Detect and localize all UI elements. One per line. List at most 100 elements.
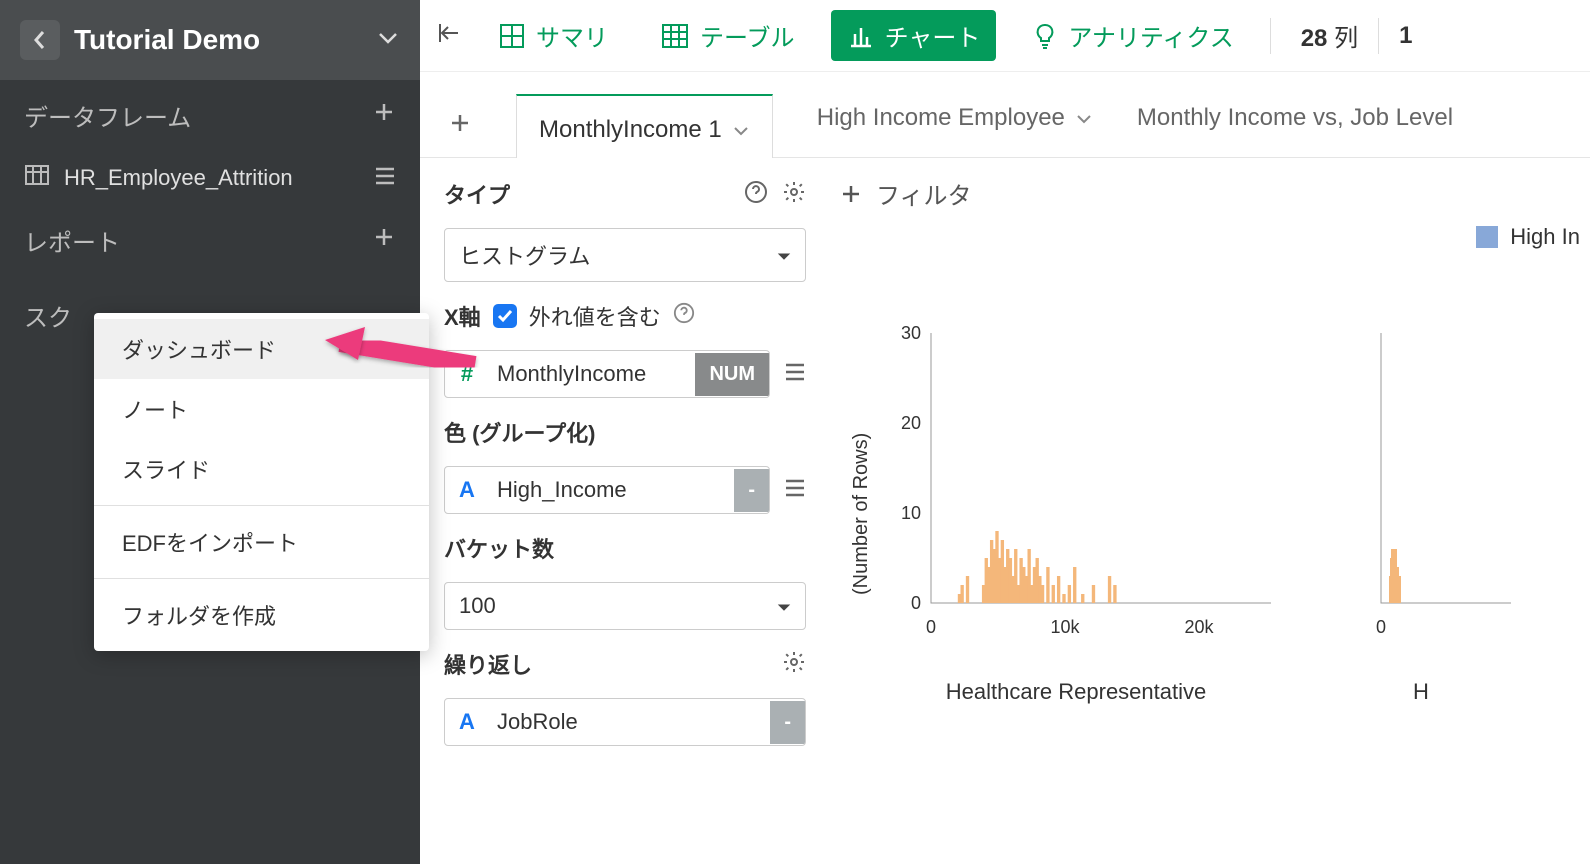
sidebar: Tutorial Demo データフレーム HR_Employee_Attrit…	[0, 0, 420, 864]
chevron-down-icon	[376, 30, 400, 46]
project-dropdown[interactable]	[376, 30, 400, 51]
table-icon	[24, 163, 50, 193]
question-icon	[673, 302, 695, 324]
dataframe-menu[interactable]	[374, 165, 396, 191]
chart-facet-1: (Number of Rows) 0102030010k20k Healthca…	[850, 323, 1271, 705]
chevron-down-icon	[732, 125, 750, 137]
project-title: Tutorial Demo	[74, 24, 362, 56]
color-field-menu[interactable]	[784, 479, 806, 502]
chart-area: フィルタ High In (Number of Rows) 0102030010…	[830, 158, 1590, 864]
svg-text:20k: 20k	[1184, 617, 1214, 637]
x-axis-label: X軸	[444, 300, 481, 332]
view-chart-label: チャート	[885, 18, 981, 53]
type-help[interactable]	[744, 180, 768, 209]
menu-divider	[94, 505, 429, 506]
add-report-button[interactable]	[372, 225, 396, 256]
tab-menu[interactable]	[1075, 104, 1093, 132]
repeat-label: 繰り返し	[444, 648, 532, 680]
bucket-select[interactable]: 100	[444, 582, 806, 630]
tab-1[interactable]: MonthlyIncome 1	[516, 94, 773, 158]
view-analytics-label: アナリティクス	[1068, 18, 1233, 53]
menu-item-dashboard[interactable]: ダッシュボード	[94, 319, 429, 379]
facet-title-1: Healthcare Representative	[881, 679, 1271, 705]
back-button[interactable]	[20, 20, 60, 60]
view-summary[interactable]: サマリ	[482, 10, 624, 61]
histogram-plot-1: 0102030010k20k	[881, 323, 1271, 643]
svg-text:0: 0	[926, 617, 936, 637]
categorical-icon: A	[445, 477, 489, 503]
chart-tabs: MonthlyIncome 1 High Income Employee Mon…	[420, 72, 1590, 158]
tab-3[interactable]: Monthly Income vs, Job Level	[1137, 104, 1453, 148]
chart-config-panel: タイプ ヒストグラム X軸 外れ値を含む # MonthlyIncome	[420, 158, 830, 864]
view-table[interactable]: テーブル	[644, 10, 811, 61]
svg-text:20: 20	[901, 413, 921, 433]
dataframe-item[interactable]: HR_Employee_Attrition	[0, 151, 420, 205]
report-section: レポート	[0, 205, 420, 276]
menu-item-slide[interactable]: スライド	[94, 439, 429, 499]
x-field-menu[interactable]	[784, 363, 806, 386]
charts-row: (Number of Rows) 0102030010k20k Healthca…	[840, 323, 1580, 705]
topbar: サマリ テーブル チャート アナリティクス 28 列 1	[420, 0, 1590, 72]
view-analytics[interactable]: アナリティクス	[1016, 10, 1249, 61]
menu-item-import-edf[interactable]: EDFをインポート	[94, 512, 429, 572]
caret-down-icon	[777, 252, 791, 262]
gear-icon	[782, 650, 806, 674]
plus-icon	[372, 225, 396, 249]
svg-text:0: 0	[1376, 617, 1386, 637]
x-field-chip[interactable]: # MonthlyIncome NUM	[444, 350, 770, 398]
outlier-checkbox[interactable]	[493, 304, 517, 328]
bucket-value: 100	[459, 593, 496, 619]
repeat-field-tag: -	[770, 701, 805, 744]
grid-icon	[498, 22, 526, 50]
plus-icon	[840, 183, 862, 205]
dataframe-label: データフレーム	[24, 98, 191, 133]
divider	[1378, 18, 1379, 54]
menu-icon	[784, 479, 806, 497]
repeat-field-name: JobRole	[489, 699, 770, 745]
body: タイプ ヒストグラム X軸 外れ値を含む # MonthlyIncome	[420, 158, 1590, 864]
x-field-name: MonthlyIncome	[489, 351, 695, 397]
type-settings[interactable]	[782, 180, 806, 209]
histogram-plot-2: 0	[1331, 323, 1511, 643]
add-tab-button[interactable]	[448, 111, 472, 140]
y-axis-label: (Number of Rows)	[850, 323, 873, 705]
add-filter-button[interactable]: フィルタ	[840, 176, 1580, 211]
view-chart[interactable]: チャート	[831, 10, 997, 61]
add-dataframe-button[interactable]	[372, 100, 396, 131]
plus-icon	[448, 111, 472, 135]
repeat-settings[interactable]	[782, 650, 806, 679]
facet-title-2: H	[1331, 679, 1511, 705]
svg-text:10k: 10k	[1050, 617, 1080, 637]
plus-icon	[372, 100, 396, 124]
menu-item-note[interactable]: ノート	[94, 379, 429, 439]
chart-facet-2: 0 H	[1331, 323, 1511, 705]
trail-number: 1	[1399, 22, 1412, 50]
repeat-field-chip[interactable]: A JobRole -	[444, 698, 806, 746]
chevron-left-icon	[32, 28, 48, 52]
type-value: ヒストグラム	[459, 239, 590, 271]
color-field-name: High_Income	[489, 467, 734, 513]
outlier-help[interactable]	[673, 302, 695, 330]
menu-item-create-folder[interactable]: フォルダを作成	[94, 585, 429, 645]
x-field-tag: NUM	[695, 353, 769, 396]
color-field-chip[interactable]: A High_Income -	[444, 466, 770, 514]
bucket-label: バケット数	[444, 532, 806, 564]
view-table-label: テーブル	[700, 18, 795, 53]
gear-icon	[782, 180, 806, 204]
dataframe-name: HR_Employee_Attrition	[64, 165, 360, 191]
tab-menu[interactable]	[732, 116, 750, 144]
legend-label: High In	[1510, 224, 1580, 250]
table-icon	[660, 22, 690, 50]
svg-text:0: 0	[911, 593, 921, 613]
check-icon	[497, 309, 513, 323]
type-select[interactable]: ヒストグラム	[444, 228, 806, 282]
collapse-sidebar-button[interactable]	[436, 20, 462, 51]
view-summary-label: サマリ	[536, 18, 608, 53]
legend-swatch	[1476, 226, 1498, 248]
column-count: 28 列	[1301, 18, 1358, 53]
tab-label: MonthlyIncome 1	[539, 116, 722, 144]
bulb-icon	[1032, 22, 1058, 50]
type-label: タイプ	[444, 178, 510, 210]
sidebar-header: Tutorial Demo	[0, 0, 420, 80]
tab-2[interactable]: High Income Employee	[817, 104, 1093, 148]
